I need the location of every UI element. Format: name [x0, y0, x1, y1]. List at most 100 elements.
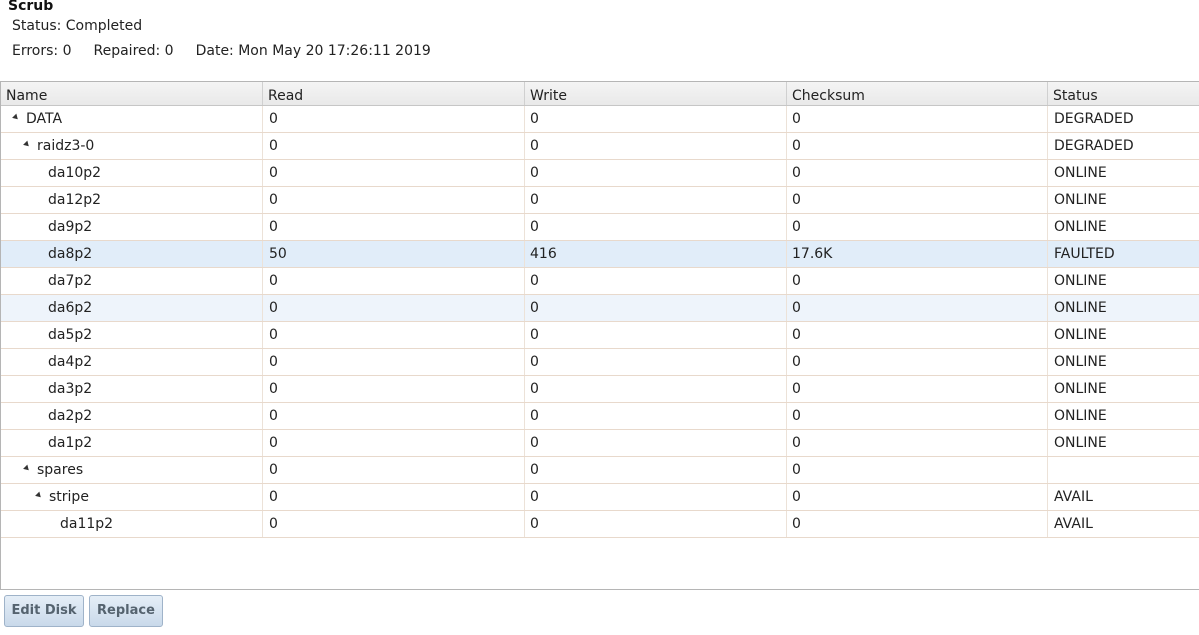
row-name: stripe	[49, 489, 89, 505]
row-name: da10p2	[1, 160, 263, 186]
row-read: 0	[263, 376, 525, 402]
tree-row-disk[interactable]: da2p2 0 0 0 ONLINE	[1, 403, 1199, 430]
replace-button[interactable]: Replace	[89, 595, 163, 627]
row-read: 0	[263, 133, 525, 159]
tree-row-raidz3-0[interactable]: raidz3-0 0 0 0 DEGRADED	[1, 133, 1199, 160]
tree-row-disk[interactable]: da9p2 0 0 0 ONLINE	[1, 214, 1199, 241]
expanded-triangle-icon[interactable]	[35, 491, 43, 499]
row-status: ONLINE	[1054, 219, 1107, 235]
row-checksum: 0	[787, 403, 1048, 429]
expanded-triangle-icon[interactable]	[23, 140, 31, 148]
row-write: 0	[525, 187, 787, 213]
tree-row-data[interactable]: DATA 0 0 0 DEGRADED	[1, 106, 1199, 133]
row-read: 0	[263, 457, 525, 483]
row-checksum: 17.6K	[787, 241, 1048, 267]
row-checksum: 0	[787, 268, 1048, 294]
tree-row-disk[interactable]: da4p2 0 0 0 ONLINE	[1, 349, 1199, 376]
row-write: 0	[525, 484, 787, 510]
column-header-read[interactable]: Read	[263, 82, 525, 105]
row-name: da5p2	[1, 322, 263, 348]
row-read: 0	[263, 187, 525, 213]
scrub-title: Scrub	[8, 0, 54, 14]
row-status: ONLINE	[1054, 408, 1107, 424]
row-name: da8p2	[1, 241, 263, 267]
scrub-errors: Errors: 0	[12, 43, 72, 59]
row-status: ONLINE	[1054, 327, 1107, 343]
tree-row-disk[interactable]: da3p2 0 0 0 ONLINE	[1, 376, 1199, 403]
row-read: 0	[263, 403, 525, 429]
row-name: DATA	[26, 111, 63, 127]
row-write: 0	[525, 457, 787, 483]
tree-row-disk[interactable]: da5p2 0 0 0 ONLINE	[1, 322, 1199, 349]
row-read: 50	[263, 241, 525, 267]
row-name: spares	[37, 462, 84, 478]
row-write: 0	[525, 430, 787, 456]
row-write: 0	[525, 133, 787, 159]
column-header-status[interactable]: Status	[1048, 82, 1199, 105]
row-status: ONLINE	[1054, 435, 1107, 451]
row-status: ONLINE	[1054, 192, 1107, 208]
column-header-name[interactable]: Name	[1, 82, 263, 105]
row-status: FAULTED	[1054, 246, 1115, 262]
column-header-checksum[interactable]: Checksum	[787, 82, 1048, 105]
scrub-status: Status: Completed	[12, 18, 143, 34]
tree-row-stripe[interactable]: stripe 0 0 0 AVAIL	[1, 484, 1199, 511]
row-status	[1048, 457, 1199, 483]
row-name: da3p2	[1, 376, 263, 402]
row-name-cell: spares	[1, 457, 263, 483]
tree-row-disk-hover[interactable]: da6p2 0 0 0 ONLINE	[1, 295, 1199, 322]
row-name: da2p2	[1, 403, 263, 429]
scrub-date: Date: Mon May 20 17:26:11 2019	[195, 43, 431, 59]
row-checksum: 0	[787, 187, 1048, 213]
row-write: 0	[525, 295, 787, 321]
volume-status-tree-grid[interactable]: Name Read Write Checksum Status DATA 0 0…	[0, 81, 1199, 590]
edit-disk-button[interactable]: Edit Disk	[4, 595, 84, 627]
tree-row-disk[interactable]: da7p2 0 0 0 ONLINE	[1, 268, 1199, 295]
row-read: 0	[263, 349, 525, 375]
row-read: 0	[263, 511, 525, 537]
column-header-write[interactable]: Write	[525, 82, 787, 105]
row-read: 0	[263, 214, 525, 240]
expanded-triangle-icon[interactable]	[23, 464, 31, 472]
row-name: da11p2	[1, 511, 263, 537]
row-checksum: 0	[787, 511, 1048, 537]
row-checksum: 0	[787, 295, 1048, 321]
row-status: ONLINE	[1054, 300, 1107, 316]
grid-header: Name Read Write Checksum Status	[1, 82, 1199, 106]
row-write: 0	[525, 511, 787, 537]
row-write: 0	[525, 403, 787, 429]
row-name: raidz3-0	[37, 138, 95, 154]
tree-row-spares[interactable]: spares 0 0 0	[1, 457, 1199, 484]
tree-row-disk[interactable]: da12p2 0 0 0 ONLINE	[1, 187, 1199, 214]
row-read: 0	[263, 484, 525, 510]
row-name-cell: DATA	[1, 106, 263, 132]
row-name: da4p2	[1, 349, 263, 375]
row-write: 416	[525, 241, 787, 267]
row-status: AVAIL	[1054, 489, 1093, 505]
row-name: da6p2	[1, 295, 263, 321]
row-write: 0	[525, 376, 787, 402]
row-checksum: 0	[787, 214, 1048, 240]
row-checksum: 0	[787, 322, 1048, 348]
row-status: ONLINE	[1054, 273, 1107, 289]
scrub-info: Errors: 0 Repaired: 0 Date: Mon May 20 17:…	[12, 43, 453, 59]
row-read: 0	[263, 430, 525, 456]
row-checksum: 0	[787, 430, 1048, 456]
row-write: 0	[525, 214, 787, 240]
row-read: 0	[263, 268, 525, 294]
tree-row-disk[interactable]: da10p2 0 0 0 ONLINE	[1, 160, 1199, 187]
row-write: 0	[525, 349, 787, 375]
row-write: 0	[525, 322, 787, 348]
expanded-triangle-icon[interactable]	[12, 113, 20, 121]
row-read: 0	[263, 160, 525, 186]
row-checksum: 0	[787, 376, 1048, 402]
tree-row-disk[interactable]: da11p2 0 0 0 AVAIL	[1, 511, 1199, 538]
row-checksum: 0	[787, 160, 1048, 186]
row-write: 0	[525, 106, 787, 132]
row-status: DEGRADED	[1054, 138, 1134, 154]
tree-row-disk[interactable]: da1p2 0 0 0 ONLINE	[1, 430, 1199, 457]
tree-row-disk-selected[interactable]: da8p2 50 416 17.6K FAULTED	[1, 241, 1199, 268]
row-name: da12p2	[1, 187, 263, 213]
row-status: ONLINE	[1054, 354, 1107, 370]
row-checksum: 0	[787, 133, 1048, 159]
